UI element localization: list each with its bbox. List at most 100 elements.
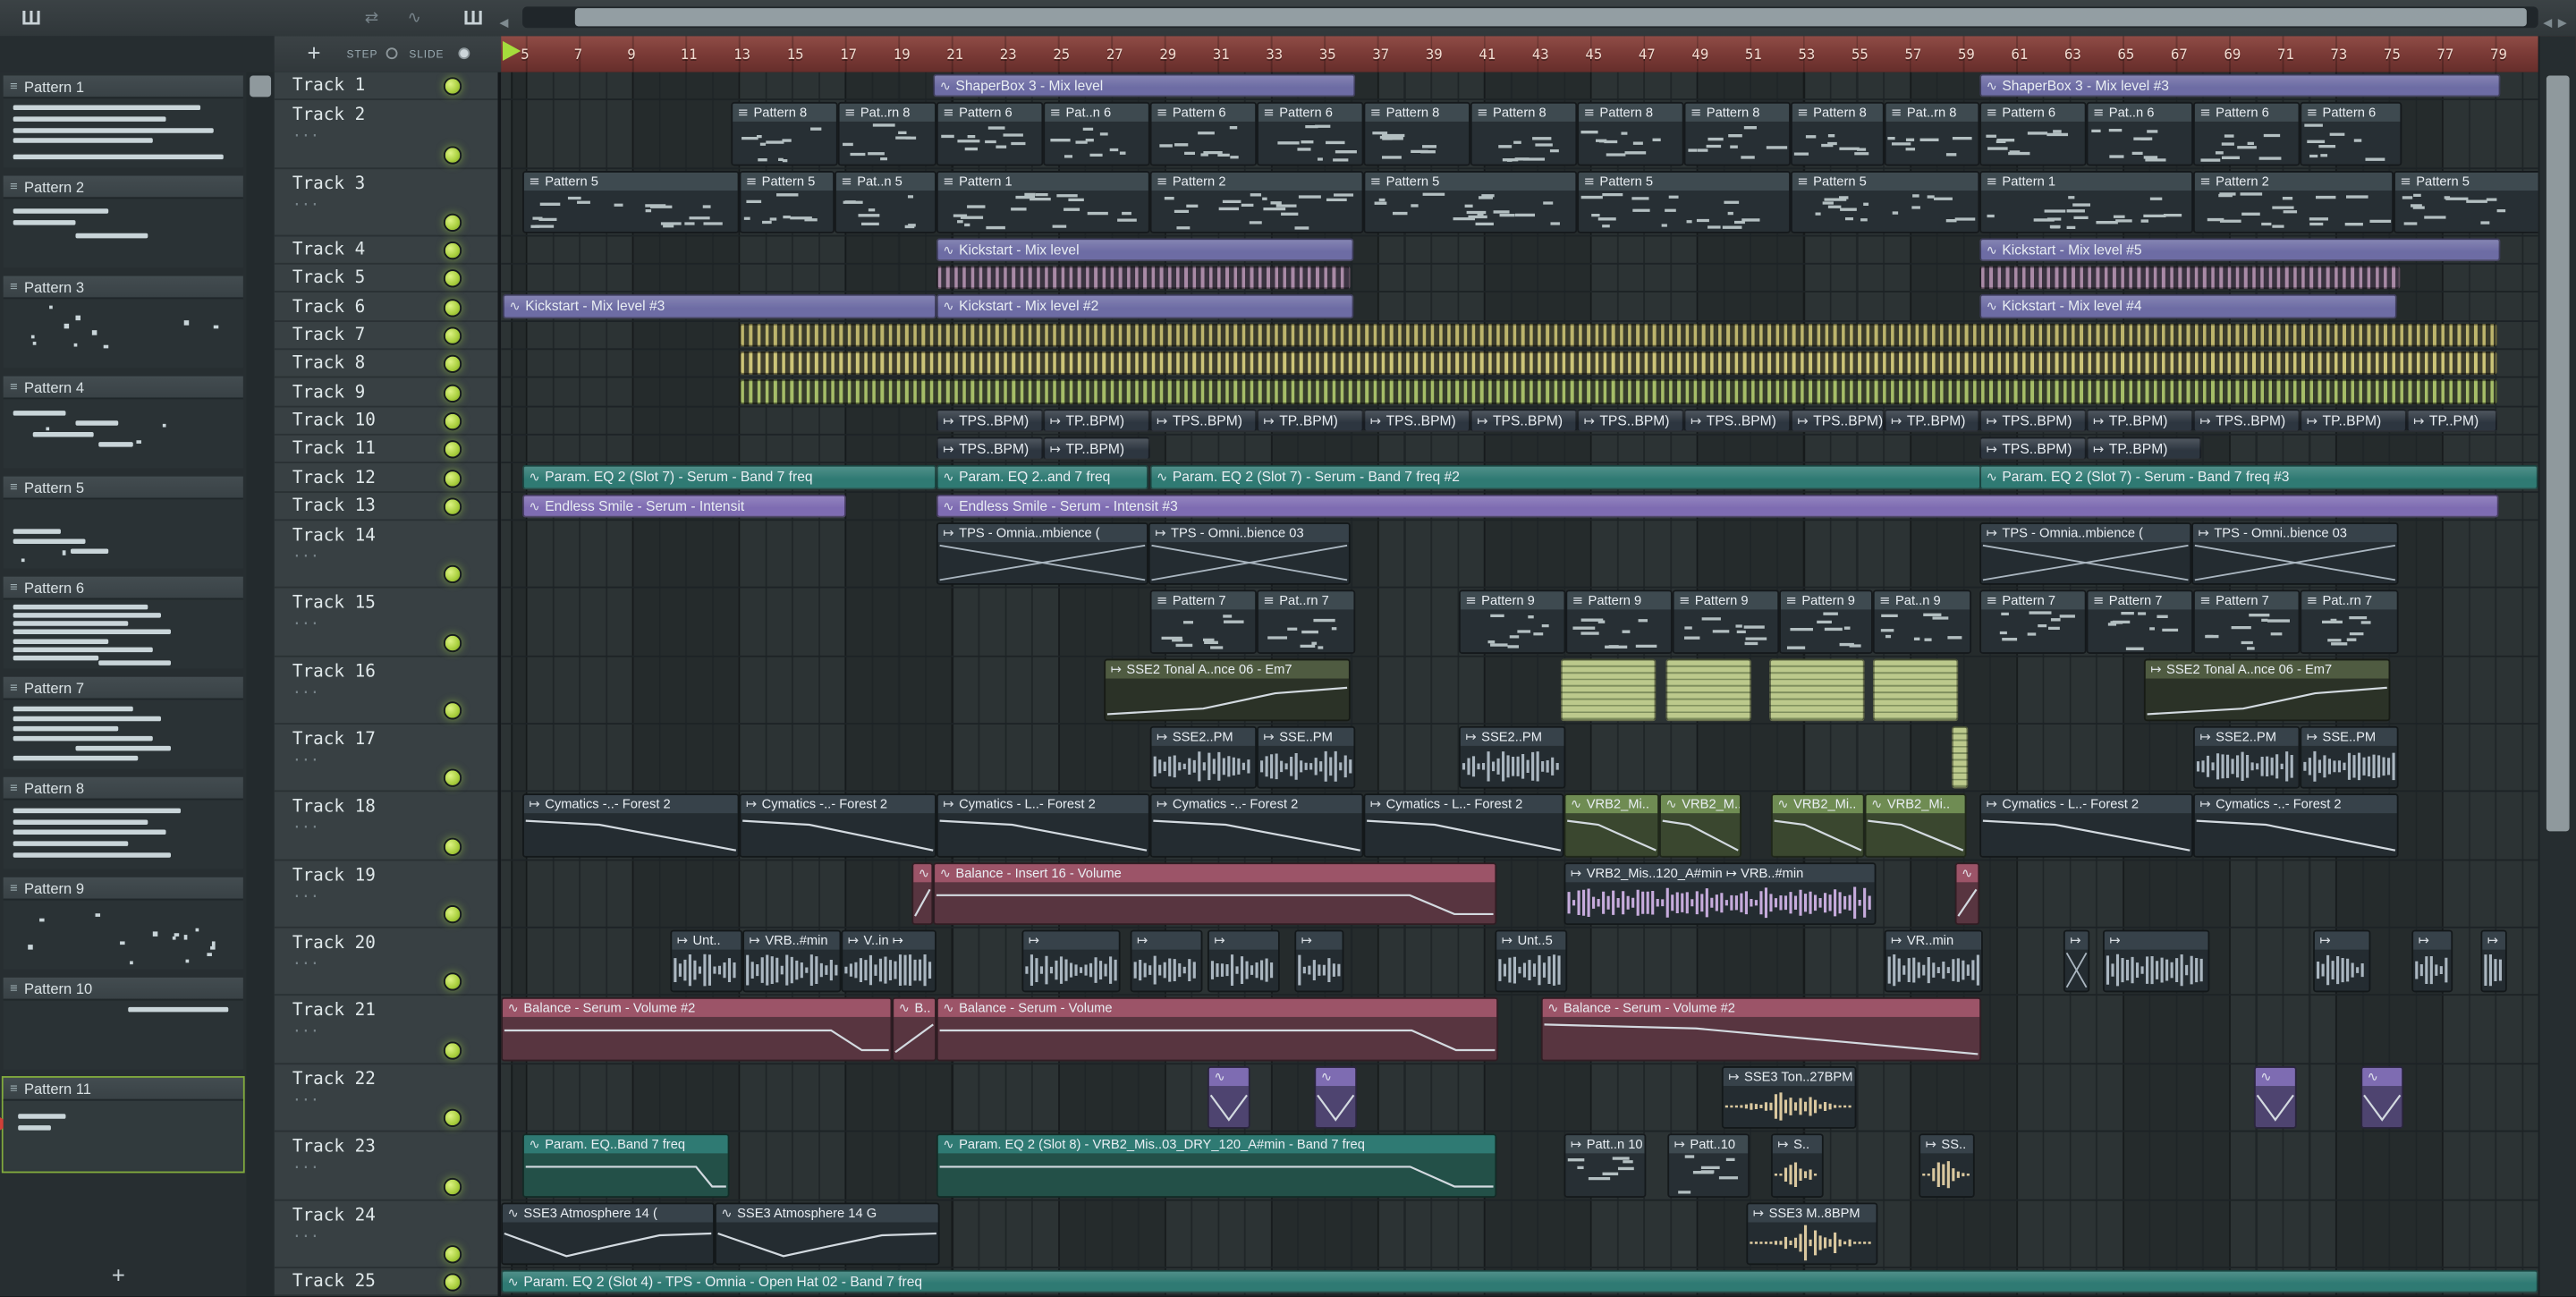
pattern-item[interactable]: ≡ Pattern 8 [3,776,243,871]
clip[interactable]: ≡ Pattern 9 [1458,589,1566,655]
clip[interactable]: ≡ Pattern 9 [1672,589,1780,655]
pattern-add-button[interactable]: + [112,1262,125,1288]
clip[interactable]: ↦ TPS..BPM) [1470,409,1578,433]
clip[interactable]: ∿ Endless Smile - Serum - Intensit #3 [936,494,2499,518]
scroll-end-button[interactable]: ▶ [2558,12,2567,38]
clip[interactable]: ≡ Pat..rn 7 [2300,589,2399,655]
track-row[interactable]: Track 18... [274,792,498,861]
track-name[interactable]: Track 6 [292,297,365,317]
clip[interactable]: ≡ Pat..n 5 [835,171,936,233]
clip[interactable]: ≡ Pattern 1 [936,171,1150,233]
clip[interactable]: ≡ Pattern 5 [1363,171,1578,233]
clip[interactable] [1560,658,1657,722]
track-led[interactable] [443,146,462,165]
clip[interactable]: ↦ TPS..BPM) [2192,409,2301,433]
clip[interactable]: ≡ Pattern 7 [2086,589,2193,655]
track-row[interactable]: Track 10 [274,408,498,436]
clip[interactable]: ∿ Param. EQ 2 (Slot 7) - Serum - Band 7 f… [1979,464,2538,490]
track-led[interactable] [443,440,462,459]
clip[interactable]: ↦ TPS - Omnia..mbience ( [936,522,1148,585]
slide-toggle[interactable] [458,47,470,60]
track-name[interactable]: Track 5 [292,267,365,287]
step-toggle[interactable] [386,47,398,60]
clip[interactable]: ∿ SSE3 Atmosphere 14 G [714,1202,940,1266]
clip[interactable]: ∿ Balance - Insert 16 - Volume [933,862,1497,926]
track-name[interactable]: Track 2 [292,106,365,125]
clip[interactable]: ≡ Pattern 5 [739,171,835,233]
clip[interactable]: ∿ VRB2_Mi.. [1770,793,1865,858]
clip[interactable]: ↦ TPS - Omni..bience 03 [2191,522,2399,585]
clip[interactable]: ∿ VRB2_Mi.. [1864,793,1967,858]
track-led[interactable] [443,383,462,403]
clip[interactable]: ↦ [2313,929,2371,993]
pattern-item[interactable]: ≡ Pattern 11 [0,1076,245,1174]
clip[interactable]: ↦ TPS..BPM) [936,409,1044,433]
clip[interactable]: ∿ VRB2_Mi.. [1563,793,1660,858]
pattern-item[interactable]: ≡ Pattern 4 [3,376,243,470]
track-row[interactable]: Track 14... [274,521,498,589]
clip[interactable]: ∿ [2360,1066,2404,1129]
clip[interactable]: ∿ Kickstart - Mix level #5 [1979,238,2501,262]
track-name[interactable]: Track 25 [292,1272,376,1292]
clip[interactable] [1951,725,1969,789]
timeline-ruler[interactable]: 5 7 9 11 13 15 17 19 21 23 25 27 29 31 33 35 37 39 41 43 45 4… [501,36,2576,74]
track-name[interactable]: Track 15 [292,593,376,613]
clip[interactable]: ∿ Kickstart - Mix level #3 [503,293,936,319]
clip[interactable]: ↦ Cymatics - L..- Forest 2 [936,793,1150,858]
clip[interactable]: ↦ Patt..n 10 [1563,1133,1647,1198]
clip[interactable]: ∿ [1314,1066,1358,1129]
clip[interactable]: ↦ TP..BPM) [1043,437,1150,461]
clip[interactable]: ≡ Pattern 2 [1149,171,1364,233]
clip[interactable]: ≡ Pattern 7 [1979,589,2087,655]
pattern-item[interactable]: ≡ Pattern 9 [3,877,243,971]
keyboard-editor-icon[interactable]: Ш [463,5,483,31]
clip[interactable]: ↦ SSE2..PM [1149,725,1258,789]
horizontal-scrollbar-thumb[interactable] [574,8,2527,27]
clip[interactable]: ∿ Balance - Serum - Volume #2 [1540,996,1982,1062]
clip[interactable]: ↦ Cymatics -..- Forest 2 [739,793,936,858]
clip[interactable]: ↦ TP..BPM) [2300,409,2407,433]
pattern-scrollbar[interactable] [246,72,275,1297]
track-led[interactable] [443,241,462,260]
clip[interactable] [739,323,2497,347]
clip[interactable]: ≡ Pattern 6 [936,101,1044,166]
track-led[interactable] [443,837,462,856]
track-row[interactable]: Track 7 [274,322,498,351]
track-led[interactable] [443,326,462,345]
track-led[interactable] [443,905,462,924]
clip[interactable]: ≡ Pat..rn 8 [1884,101,1980,166]
track-name[interactable]: Track 1 [292,75,365,95]
clip[interactable]: ≡ Pattern 5 [1577,171,1792,233]
track-led[interactable] [443,269,462,288]
scroll-left-button[interactable]: ◀ [499,12,508,38]
clip[interactable]: ↦ TPS..BPM) [936,437,1044,461]
track-row[interactable]: Track 13 [274,493,498,521]
clip[interactable]: ∿ B.. [892,996,936,1062]
clip[interactable]: ↦ TP..BPM) [2086,409,2193,433]
track-row[interactable]: Track 11 [274,436,498,463]
clip[interactable]: ∿ Param. EQ 2 (Slot 7) - Serum - Band 7 f… [1149,464,1982,490]
clip[interactable]: ↦ SSE2..PM [1458,725,1566,789]
clip[interactable]: ≡ Pattern 2 [2192,171,2394,233]
clip[interactable]: ≡ Pattern 8 [1683,101,1792,166]
clip[interactable]: ≡ Pattern 8 [1470,101,1578,166]
clip[interactable]: ≡ Pattern 8 [731,101,838,166]
track-name[interactable]: Track 19 [292,866,376,886]
clip[interactable]: ≡ Pattern 5 [1791,171,1980,233]
clip[interactable]: ∿ ShaperBox 3 - Mix level [933,73,1356,97]
track-row[interactable]: Track 19... [274,860,498,928]
pattern-item[interactable]: ≡ Pattern 10 [3,977,243,1072]
track-row[interactable]: Track 24... [274,1201,498,1268]
track-led[interactable] [443,497,462,516]
track-led[interactable] [443,298,462,317]
clip[interactable] [936,266,1351,290]
track-led[interactable] [443,633,462,653]
clip[interactable]: ∿ Endless Smile - Serum - Intensit [522,494,846,518]
clip[interactable]: ↦ Unt..5 [1495,929,1568,993]
clip[interactable]: ↦ SS.. [1919,1133,1975,1198]
clip[interactable]: ↦ SSE2..PM [2192,725,2301,789]
track-led[interactable] [443,354,462,373]
clip[interactable]: ↦ TPS..BPM) [1979,437,2087,461]
clip[interactable]: ↦ TP..BPM) [1043,409,1150,433]
track-name[interactable]: Track 8 [292,353,365,373]
